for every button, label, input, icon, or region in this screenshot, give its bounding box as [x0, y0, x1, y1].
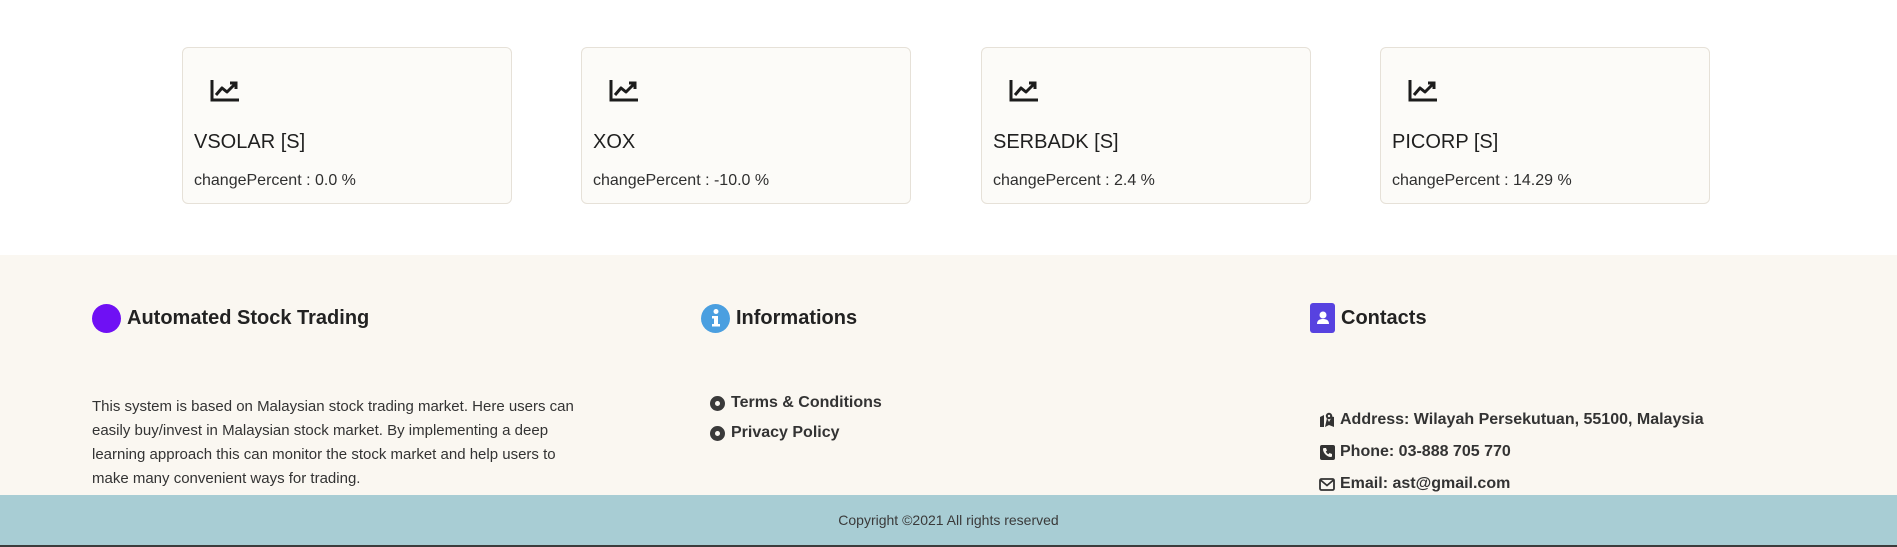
change-label: changePercent :: [1392, 172, 1513, 189]
chart-line-icon: [209, 76, 241, 106]
stock-cards-section: VSOLAR [S] changePercent : 0.0 % XOX cha…: [0, 0, 1897, 255]
dot-circle-icon: [710, 425, 725, 441]
stock-name: XOX: [593, 131, 636, 153]
stock-name: PICORP [S]: [1392, 131, 1499, 153]
contact-list: Address: Wilayah Persekutuan, 55100, Mal…: [1319, 404, 1704, 500]
terms-link[interactable]: Terms & Conditions: [710, 388, 882, 418]
dot-circle-icon: [710, 395, 725, 411]
footer-informations-heading: Informations: [701, 303, 857, 333]
footer-contacts-title: Contacts: [1341, 306, 1427, 329]
phone-square-icon: [1319, 444, 1335, 460]
footer-informations-column: Informations Terms & Conditions Privacy …: [701, 303, 882, 441]
site-footer: Automated Stock Trading This system is b…: [0, 255, 1897, 495]
footer-about-text: This system is based on Malaysian stock …: [92, 398, 574, 487]
stock-change-percent: changePercent : 14.29 %: [1392, 171, 1572, 191]
contact-phone: Phone: 03-888 705 770: [1319, 436, 1704, 468]
footer-links-list: Terms & Conditions Privacy Policy: [710, 388, 882, 448]
stock-name: VSOLAR [S]: [194, 131, 306, 153]
footer-contacts-column: Contacts Address: Wilayah Persekutuan, 5…: [1310, 303, 1704, 492]
footer-informations-title: Informations: [736, 306, 858, 329]
footer-brand-title: Automated Stock Trading: [127, 306, 370, 329]
change-unit: %: [337, 172, 356, 189]
contact-address: Address: Wilayah Persekutuan, 55100, Mal…: [1319, 404, 1704, 436]
chart-line-icon: [1407, 76, 1439, 106]
stock-card[interactable]: VSOLAR [S] changePercent : 0.0 %: [182, 47, 512, 204]
terms-link-label[interactable]: Terms & Conditions: [731, 394, 882, 412]
change-value: 14.29: [1512, 172, 1554, 189]
copyright-text: Copyright ©2021 All rights reserved: [838, 512, 1059, 528]
stock-card[interactable]: PICORP [S] changePercent : 14.29 %: [1380, 47, 1710, 204]
stock-card[interactable]: SERBADK [S] changePercent : 2.4 %: [981, 47, 1311, 204]
change-label: changePercent :: [993, 172, 1114, 189]
privacy-link-label[interactable]: Privacy Policy: [731, 424, 840, 442]
map-location-icon: [1319, 412, 1335, 428]
stock-change-percent: changePercent : 2.4 %: [993, 171, 1155, 191]
change-value: -10.0: [713, 172, 751, 189]
address-book-icon: [1310, 303, 1335, 333]
privacy-link[interactable]: Privacy Policy: [710, 418, 882, 448]
change-value: 2.4: [1113, 172, 1137, 189]
change-unit: %: [750, 172, 770, 189]
change-value: 0.0: [314, 172, 338, 189]
contact-email-text[interactable]: Email: ast@gmail.com: [1340, 475, 1510, 493]
change-label: changePercent :: [593, 172, 714, 189]
copyright-bar: Copyright ©2021 All rights reserved: [0, 495, 1897, 547]
stock-change-percent: changePercent : 0.0 %: [194, 171, 356, 191]
envelope-icon: [1319, 476, 1335, 492]
info-circle-icon: [701, 303, 730, 333]
footer-contacts-heading: Contacts: [1310, 303, 1427, 333]
stock-name: SERBADK [S]: [993, 131, 1119, 153]
chart-line-icon: [608, 76, 640, 106]
stock-card[interactable]: XOX changePercent : -10.0 %: [581, 47, 911, 204]
change-label: changePercent :: [194, 172, 315, 189]
stock-change-percent: changePercent : -10.0 %: [593, 171, 769, 191]
brand-dot-icon: [92, 303, 121, 333]
footer-brand-heading: Automated Stock Trading: [92, 303, 369, 333]
chart-line-icon: [1008, 76, 1040, 106]
contact-address-text: Address: Wilayah Persekutuan, 55100, Mal…: [1340, 411, 1704, 428]
change-unit: %: [1553, 172, 1572, 189]
footer-about-column: Automated Stock Trading This system is b…: [92, 303, 574, 487]
change-unit: %: [1136, 172, 1155, 189]
contact-phone-text: Phone: 03-888 705 770: [1340, 443, 1511, 460]
